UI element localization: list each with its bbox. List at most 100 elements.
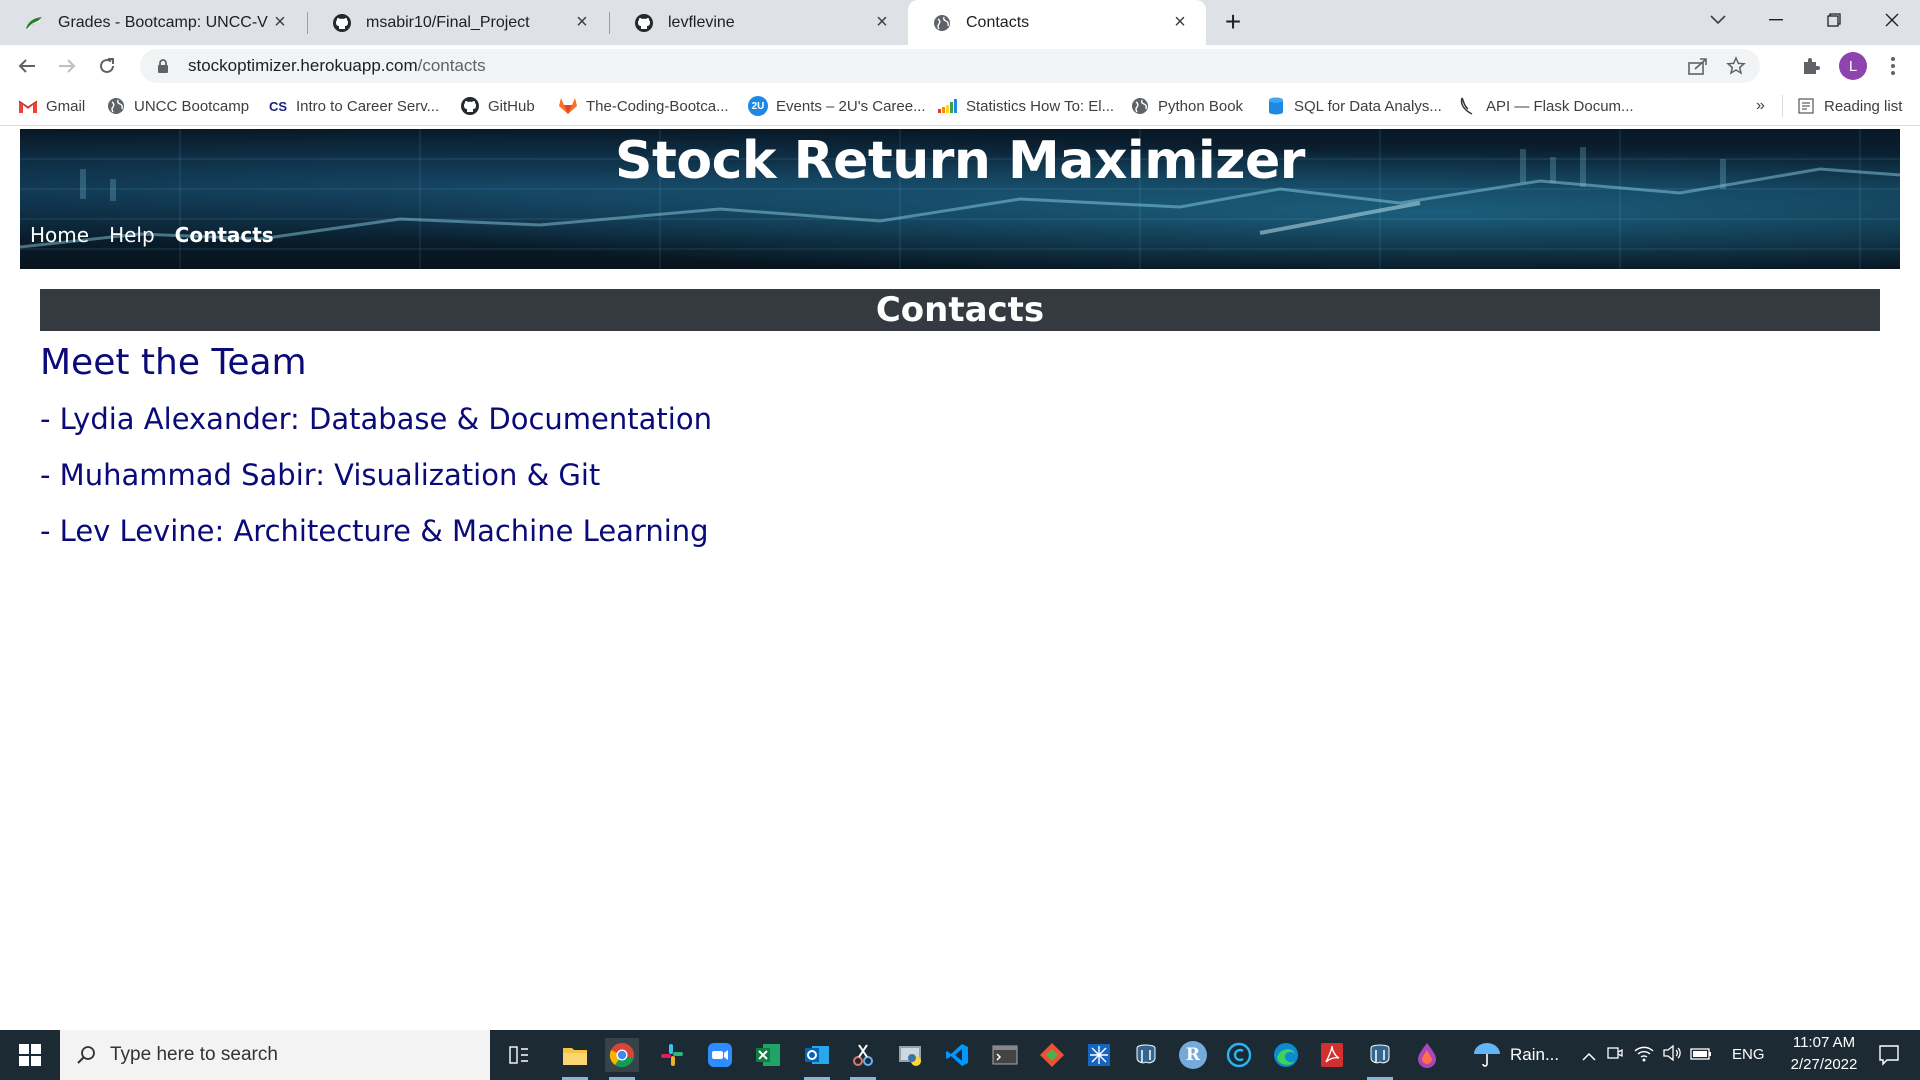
site-title: Stock Return Maximizer bbox=[615, 131, 1305, 191]
database-icon bbox=[1266, 96, 1286, 116]
header-banner: Stock Return Maximizer Home Help Contact… bbox=[20, 129, 1900, 269]
edge-icon[interactable] bbox=[1269, 1038, 1303, 1072]
github-icon bbox=[634, 13, 654, 33]
browser-toolbar: stockoptimizer.herokuapp.com/contacts L bbox=[0, 45, 1920, 85]
language-indicator[interactable]: ENG bbox=[1732, 1046, 1765, 1063]
reading-list-button[interactable]: Reading list bbox=[1796, 94, 1902, 118]
tab-title: Contacts bbox=[966, 13, 1030, 31]
bookmark-uncc-bootcamp[interactable]: UNCC Bootcamp bbox=[106, 94, 249, 118]
avatar: L bbox=[1839, 52, 1867, 80]
git-gui-icon[interactable] bbox=[1035, 1038, 1069, 1072]
extensions-icon[interactable] bbox=[1796, 51, 1826, 81]
weather-text: Rain... bbox=[1510, 1045, 1560, 1064]
close-icon[interactable]: × bbox=[870, 11, 894, 35]
chrome-icon[interactable] bbox=[605, 1038, 639, 1080]
tab-title: msabir10/Final_Project bbox=[366, 13, 530, 31]
zoom-icon[interactable] bbox=[703, 1038, 737, 1072]
share-icon[interactable] bbox=[1688, 57, 1708, 80]
forward-icon[interactable] bbox=[52, 51, 82, 81]
tab-grades[interactable]: Grades - Bootcamp: UNCC-VIRT- × bbox=[0, 0, 306, 45]
tab-final-project[interactable]: msabir10/Final_Project × bbox=[308, 0, 608, 45]
profile-avatar[interactable]: L bbox=[1838, 51, 1868, 81]
star-icon[interactable] bbox=[1726, 56, 1746, 81]
postgres-icon[interactable] bbox=[1363, 1038, 1397, 1080]
bookmark-career-services[interactable]: CS Intro to Career Serv... bbox=[268, 94, 439, 118]
meet-now-icon[interactable] bbox=[1606, 1044, 1624, 1067]
bookmarks-overflow-button[interactable]: » bbox=[1756, 94, 1765, 118]
url-path: /contacts bbox=[417, 56, 486, 75]
address-bar[interactable]: stockoptimizer.herokuapp.com/contacts bbox=[140, 49, 1760, 83]
excel-icon[interactable] bbox=[751, 1038, 785, 1072]
windows-start-button[interactable] bbox=[0, 1030, 60, 1080]
restore-button[interactable] bbox=[1806, 0, 1862, 40]
menu-kebab-icon[interactable] bbox=[1878, 51, 1908, 81]
pgadmin-icon[interactable] bbox=[1129, 1038, 1163, 1072]
reload-icon[interactable] bbox=[92, 51, 122, 81]
team-heading: Meet the Team bbox=[40, 342, 307, 383]
bookmarks-bar: Gmail UNCC Bootcamp CS Intro to Career S… bbox=[0, 85, 1920, 126]
acrobat-icon[interactable] bbox=[1315, 1038, 1349, 1072]
bookmark-2u-events[interactable]: 2U Events – 2U's Caree... bbox=[748, 94, 926, 118]
nav-home[interactable]: Home bbox=[30, 223, 89, 247]
show-hidden-icons-chevron-icon[interactable] bbox=[1582, 1048, 1596, 1066]
vscode-icon[interactable] bbox=[940, 1038, 974, 1072]
task-view-icon[interactable] bbox=[502, 1038, 536, 1072]
outlook-icon[interactable] bbox=[800, 1038, 834, 1080]
github-icon bbox=[332, 13, 352, 33]
file-explorer-icon[interactable] bbox=[558, 1038, 592, 1080]
bookmark-label: GitHub bbox=[488, 97, 535, 115]
tab-levflevine[interactable]: levflevine × bbox=[610, 0, 908, 45]
r-letter: R bbox=[1179, 1041, 1207, 1069]
tab-search-chevron-icon[interactable] bbox=[1690, 0, 1746, 40]
nav-help[interactable]: Help bbox=[109, 223, 155, 247]
bookmark-github[interactable]: GitHub bbox=[460, 94, 535, 118]
globe-icon bbox=[106, 96, 126, 116]
close-window-button[interactable] bbox=[1864, 0, 1920, 40]
battery-icon[interactable] bbox=[1690, 1047, 1712, 1065]
slack-icon[interactable] bbox=[655, 1038, 689, 1072]
bookmark-statistics[interactable]: Statistics How To: El... bbox=[938, 94, 1114, 118]
globe-icon bbox=[932, 13, 952, 33]
bookmark-label: Intro to Career Serv... bbox=[296, 97, 440, 115]
notifications-icon[interactable] bbox=[1878, 1044, 1900, 1071]
tab-contacts[interactable]: Contacts × bbox=[908, 0, 1206, 45]
team-member-muhammad: - Muhammad Sabir: Visualization & Git bbox=[40, 458, 601, 492]
network-tool-icon[interactable] bbox=[1082, 1038, 1116, 1072]
bookmark-divider bbox=[1782, 95, 1783, 117]
clock[interactable]: 11:07 AM 2/27/2022 bbox=[1776, 1034, 1872, 1073]
minimize-button[interactable] bbox=[1748, 0, 1804, 40]
copyright-app-icon[interactable] bbox=[1222, 1038, 1256, 1072]
bookmark-label: The-Coding-Bootca... bbox=[586, 97, 729, 115]
nav-contacts[interactable]: Contacts bbox=[175, 223, 274, 247]
wifi-icon[interactable] bbox=[1634, 1044, 1654, 1067]
tab-strip: Grades - Bootcamp: UNCC-VIRT- × msabir10… bbox=[0, 0, 1920, 45]
close-icon[interactable]: × bbox=[268, 11, 292, 35]
lock-icon[interactable] bbox=[150, 58, 176, 74]
url-text: stockoptimizer.herokuapp.com/contacts bbox=[188, 56, 486, 76]
r-icon[interactable]: R bbox=[1176, 1038, 1210, 1072]
snipping-tool-icon[interactable] bbox=[846, 1038, 880, 1080]
back-icon[interactable] bbox=[12, 51, 42, 81]
bookmark-python-book[interactable]: Python Book bbox=[1130, 94, 1243, 118]
python-idle-icon[interactable] bbox=[894, 1038, 928, 1072]
weather-widget[interactable]: Rain... bbox=[1472, 1042, 1559, 1068]
github-icon bbox=[460, 96, 480, 116]
bookmark-sql-analysis[interactable]: SQL for Data Analys... bbox=[1266, 94, 1442, 118]
volume-icon[interactable] bbox=[1662, 1044, 1682, 1067]
bookmark-label: API — Flask Docum... bbox=[1486, 97, 1634, 115]
clock-time: 11:07 AM bbox=[1792, 1034, 1856, 1051]
flask-icon bbox=[1458, 96, 1478, 116]
url-host: stockoptimizer.herokuapp.com bbox=[188, 56, 418, 75]
new-tab-button[interactable]: + bbox=[1208, 2, 1258, 42]
close-icon[interactable]: × bbox=[1168, 11, 1192, 35]
search-placeholder: Type here to search bbox=[110, 1044, 278, 1065]
bookmark-coding-bootcamp[interactable]: The-Coding-Bootca... bbox=[558, 94, 729, 118]
paint-drop-icon[interactable] bbox=[1410, 1038, 1444, 1072]
cs-icon: CS bbox=[268, 98, 288, 114]
tab-title: levflevine bbox=[668, 13, 735, 31]
bookmark-gmail[interactable]: Gmail bbox=[18, 94, 85, 118]
taskbar-search-box[interactable]: Type here to search bbox=[60, 1030, 490, 1080]
bookmark-flask-docs[interactable]: API — Flask Docum... bbox=[1458, 94, 1634, 118]
close-icon[interactable]: × bbox=[570, 11, 594, 35]
terminal-icon[interactable] bbox=[988, 1038, 1022, 1072]
